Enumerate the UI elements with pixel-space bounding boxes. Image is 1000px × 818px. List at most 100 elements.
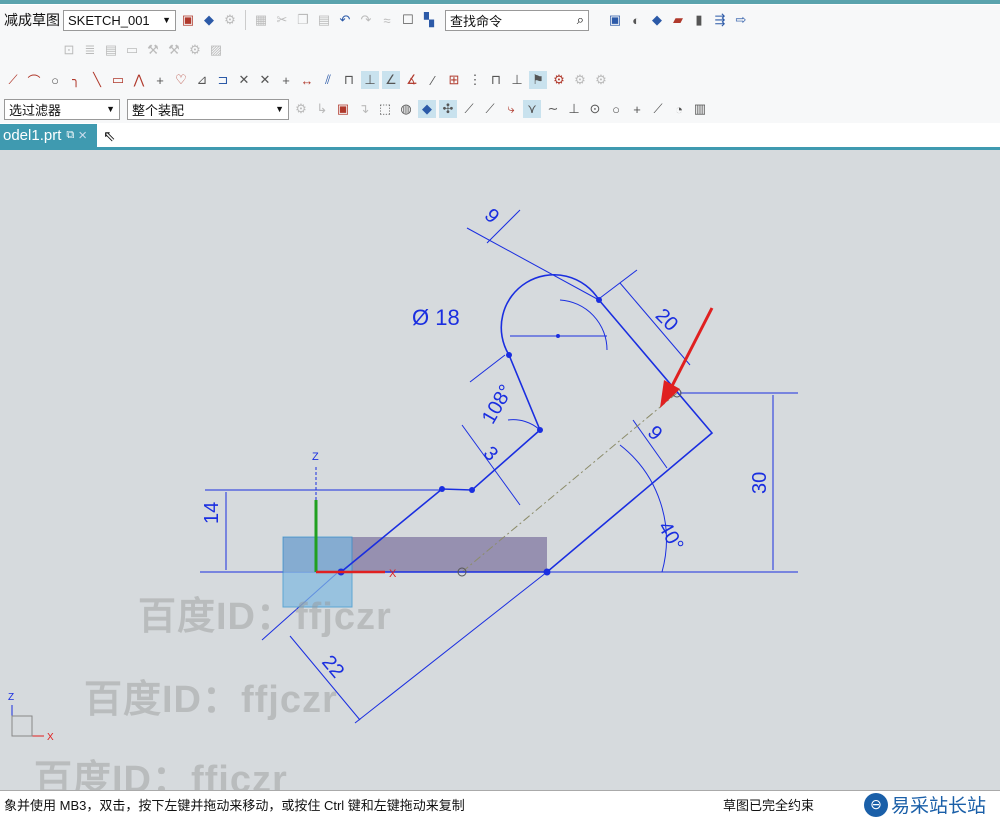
solid-icon[interactable]: ◆ [200,11,218,29]
snap-grid-icon[interactable]: ▥ [691,100,709,118]
trim-icon[interactable]: ⊿ [193,71,211,89]
spline-icon[interactable]: ♡ [172,71,190,89]
profile-icon[interactable]: ⟋ [4,71,22,89]
c8-icon[interactable]: ⚙ [550,71,568,89]
offset-icon[interactable]: ⊐ [214,71,232,89]
c10-icon[interactable]: ⚙ [592,71,610,89]
curve-icon[interactable]: ≈ [378,11,396,29]
snap-curve-icon[interactable]: ⤷ [502,100,520,118]
c5-icon[interactable]: ⊓ [487,71,505,89]
snap-point-icon[interactable]: + [628,100,646,118]
snap-tan-icon[interactable]: ∼ [544,100,562,118]
save-icon[interactable]: ▦ [252,11,270,29]
logo-text: 易采站长站 [891,796,987,817]
scope-value: 整个装配 [132,102,185,118]
snap-face-icon[interactable]: ◔ [670,100,688,118]
snap-mid-icon[interactable]: ⟋ [481,100,499,118]
point-icon[interactable]: + [151,71,169,89]
frame-icon[interactable]: ⊡ [60,41,78,59]
relation-icon[interactable]: ∠ [382,71,400,89]
s2-icon[interactable]: ↳ [313,100,331,118]
circle-icon[interactable]: ○ [46,71,64,89]
ink-icon[interactable]: ▭ [123,41,141,59]
geometric-icon[interactable]: ⊓ [340,71,358,89]
extend-icon[interactable]: ✕ [256,71,274,89]
snap-center-icon[interactable]: ⊙ [586,100,604,118]
stack-icon[interactable]: ≣ [81,41,99,59]
s5-icon[interactable]: ◍ [397,100,415,118]
tab-model1[interactable]: odel1.prt ⧉ × [0,124,97,147]
view-icon[interactable]: ▣ [606,11,624,29]
dim-diameter-18[interactable]: Ø 18 [412,305,460,330]
tool4-icon[interactable]: ▨ [207,41,225,59]
show-constraints-icon[interactable]: ⊥ [361,71,379,89]
c3-icon[interactable]: ⊞ [445,71,463,89]
redo-icon[interactable]: ↷ [357,11,375,29]
cube-icon[interactable]: ◆ [648,11,666,29]
corner-icon[interactable]: + [277,71,295,89]
dim-14[interactable]: 14 [201,502,223,524]
dim-30[interactable]: 30 [749,472,771,494]
copy-icon[interactable]: ❐ [294,11,312,29]
orient-icon[interactable]: ⇶ [711,11,729,29]
window-accent [0,0,1000,4]
c7-icon[interactable]: ⚑ [529,71,547,89]
command-finder-icon[interactable]: ▚ [420,11,438,29]
arc-icon[interactable]: ⌒ [25,71,43,89]
dimension-icon[interactable]: ↔ [298,71,316,89]
dim-108-deg[interactable]: 108° [478,381,518,428]
s6-icon[interactable]: ◆ [418,100,436,118]
select-box-icon[interactable]: ⬚ [376,100,394,118]
constraint-icon[interactable]: ⫽ [319,71,337,89]
chamfer-icon[interactable]: ╲ [88,71,106,89]
more-icon[interactable]: ⇨ [732,11,750,29]
material-icon[interactable]: ▰ [669,11,687,29]
cursor-icon: ⇖ [103,128,116,145]
restore-icon[interactable]: ⧉ [66,129,74,142]
tool3-icon[interactable]: ⚙ [186,41,204,59]
c2-icon[interactable]: ∕ [424,71,442,89]
snap-int-icon[interactable]: ⋎ [523,100,541,118]
snap-end-icon[interactable]: ⟋ [460,100,478,118]
snap-icon[interactable]: ✣ [439,100,457,118]
dim-3[interactable]: 3 [479,442,502,465]
render-icon[interactable]: ◐ [627,11,645,29]
search-icon: ⌕ [576,12,584,27]
dim-40-deg[interactable]: 40° [653,518,687,555]
c1-icon[interactable]: ∡ [403,71,421,89]
dim-20[interactable]: 20 [651,304,682,335]
cut-icon[interactable]: ✂ [273,11,291,29]
s4-icon[interactable]: ↴ [355,100,373,118]
s1-icon[interactable]: ⚙ [292,100,310,118]
graphics-window[interactable]: Z X 9 Ø 18 20 108° 3 9 30 14 40° 22 Z X … [0,150,1000,801]
sketch-icon[interactable]: ▣ [179,11,197,29]
box-icon[interactable]: ☐ [399,11,417,29]
type-filter-select[interactable]: 选过滤器 ▼ [4,98,120,120]
snap-quad-icon[interactable]: ○ [607,100,625,118]
rectangle-icon[interactable]: ▭ [109,71,127,89]
dim-9-mid[interactable]: 9 [643,422,666,445]
assembly-icon[interactable]: ⚙ [221,11,239,29]
search-placeholder: 查找命令 [450,13,503,29]
fillet-icon[interactable]: ╮ [67,71,85,89]
tool1-icon[interactable]: ⚒ [144,41,162,59]
paste-icon[interactable]: ▤ [315,11,333,29]
logo-icon: ⊖ [864,792,888,817]
command-search-input[interactable]: 查找命令 ⌕ [445,9,589,31]
tool2-icon[interactable]: ⚒ [165,41,183,59]
dim-9-top[interactable]: 9 [480,204,503,227]
quick-trim-icon[interactable]: ✕ [235,71,253,89]
sketch-select[interactable]: SKETCH_001 ▼ [63,9,176,31]
layers-icon[interactable]: ▤ [102,41,120,59]
polygon-icon[interactable]: ⋀ [130,71,148,89]
snap-onc-icon[interactable]: ⟋ [649,100,667,118]
c9-icon[interactable]: ⚙ [571,71,589,89]
layer-icon[interactable]: ▮ [690,11,708,29]
s3-icon[interactable]: ▣ [334,100,352,118]
undo-icon[interactable]: ↶ [336,11,354,29]
c6-icon[interactable]: ⊥ [508,71,526,89]
scope-select[interactable]: 整个装配 ▼ [127,98,289,120]
c4-icon[interactable]: ⋮ [466,71,484,89]
tab-close-button[interactable]: × [78,127,87,144]
snap-perp-icon[interactable]: ⊥ [565,100,583,118]
